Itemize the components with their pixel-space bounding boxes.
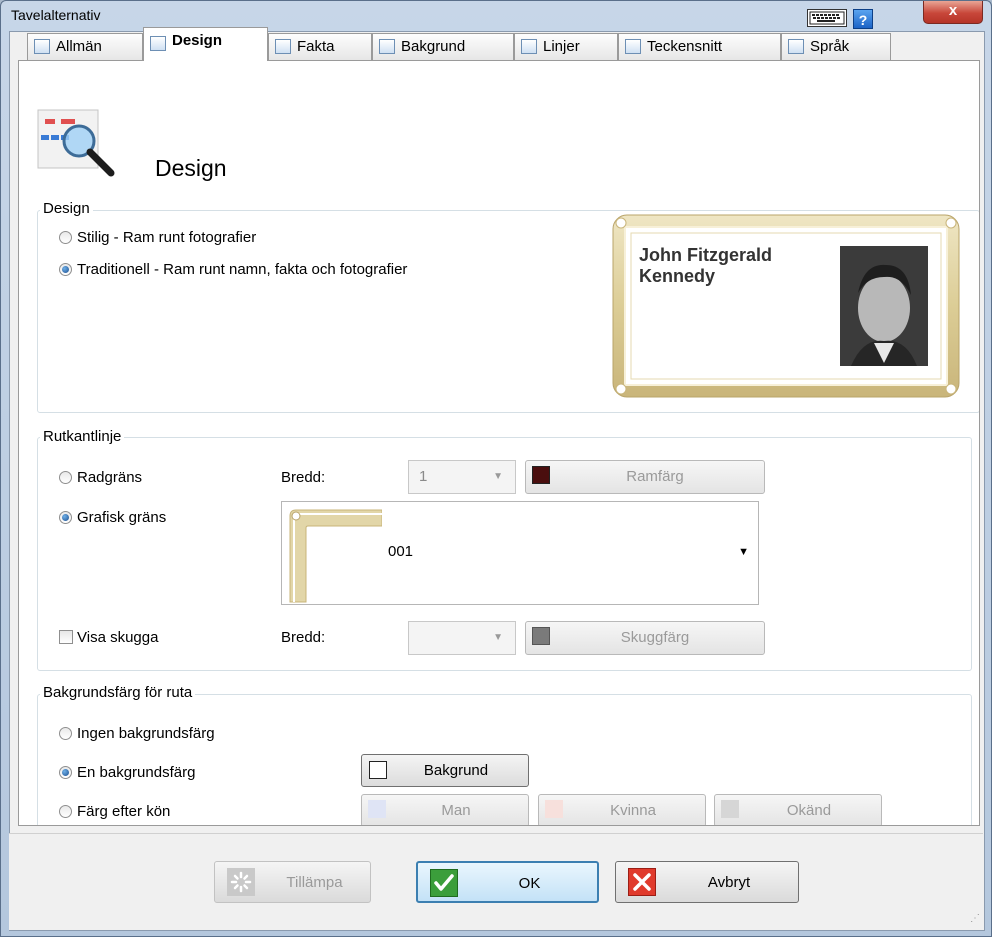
tab-label: Fakta: [297, 38, 335, 55]
tab-label: Allmän: [56, 38, 102, 55]
tab-sprak[interactable]: Språk: [781, 33, 891, 60]
apply-spinner-icon: [227, 868, 255, 896]
tab-fakta[interactable]: Fakta: [268, 33, 372, 60]
frame-color-label: Ramfärg: [626, 468, 684, 485]
checkmark-icon: [430, 869, 458, 897]
tab-strip: Allmän Design Fakta Bakgrund Linjer Teck…: [9, 27, 909, 61]
line-border-label: Radgräns: [77, 469, 143, 486]
tab-linjer[interactable]: Linjer: [514, 33, 618, 60]
shadow-checkbox[interactable]: Visa skugga: [59, 629, 158, 646]
shadow-color-swatch: [532, 627, 550, 645]
line-border-radio[interactable]: Radgräns: [59, 469, 142, 486]
woman-color-swatch: [545, 800, 563, 818]
tab-design[interactable]: Design: [143, 27, 268, 61]
apply-label: Tillämpa: [286, 874, 343, 891]
graphic-border-radio[interactable]: Grafisk gräns: [59, 509, 166, 526]
radio-indicator[interactable]: [59, 471, 72, 484]
no-background-label: Ingen bakgrundsfärg: [77, 725, 215, 742]
chevron-down-icon: ▼: [493, 632, 503, 643]
dialog-window: Tavelalternativ ? x Allmän Design Fakta …: [0, 0, 992, 937]
single-background-label: En bakgrundsfärg: [77, 764, 196, 781]
checkbox-indicator[interactable]: [59, 630, 73, 644]
design-group-title: Design: [40, 200, 93, 217]
man-color-swatch: [368, 800, 386, 818]
width-value: 1: [419, 468, 428, 485]
graphic-border-select[interactable]: 001 ▼: [281, 501, 759, 605]
background-color-button[interactable]: Bakgrund: [361, 754, 529, 787]
tab-bakgrund[interactable]: Bakgrund: [372, 33, 514, 60]
traditional-radio[interactable]: Traditionell - Ram runt namn, fakta och …: [59, 261, 407, 278]
radio-indicator[interactable]: [59, 727, 72, 740]
tab-label: Teckensnitt: [647, 38, 723, 55]
background-button-label: Bakgrund: [423, 762, 489, 779]
design-tab-panel: Design Design Stilig - Ram runt fotograf…: [18, 60, 980, 826]
border-group-title: Rutkantlinje: [40, 428, 125, 445]
help-icon[interactable]: ?: [853, 9, 873, 29]
radio-indicator[interactable]: [59, 511, 72, 524]
keyboard-icon[interactable]: [807, 9, 847, 27]
shadow-width-label: Bredd:: [281, 629, 326, 646]
tab-allman[interactable]: Allmän: [27, 33, 143, 60]
tab-label: Design: [172, 32, 223, 49]
gender-color-label: Färg efter kön: [77, 803, 171, 820]
close-button[interactable]: x: [923, 1, 983, 24]
background-group-title: Bakgrundsfärg för ruta: [40, 684, 196, 701]
gender-color-radio[interactable]: Färg efter kön: [59, 803, 170, 820]
man-color-button[interactable]: Man: [361, 794, 529, 825]
shadow-color-label: Skuggfärg: [620, 629, 690, 646]
frame-color-button[interactable]: Ramfärg: [525, 460, 765, 494]
preview-name: John Fitzgerald Kennedy: [639, 245, 773, 286]
facts-icon: [275, 39, 291, 54]
no-background-radio[interactable]: Ingen bakgrundsfärg: [59, 725, 215, 742]
cancel-button[interactable]: Avbryt: [615, 861, 799, 903]
radio-indicator[interactable]: [59, 766, 72, 779]
ok-label: OK: [518, 875, 541, 892]
page-title: Design: [155, 155, 227, 181]
window-title: Tavelalternativ: [11, 7, 101, 23]
dropdown-arrow-icon: ▼: [738, 546, 749, 558]
graphic-border-label: Grafisk gräns: [77, 509, 167, 526]
traditional-radio-label: Traditionell - Ram runt namn, fakta och …: [77, 261, 408, 278]
language-icon: [788, 39, 804, 54]
tab-teckensnitt[interactable]: Teckensnitt: [618, 33, 781, 60]
tab-label: Bakgrund: [401, 38, 466, 55]
stylish-radio-label: Stilig - Ram runt fotografier: [77, 229, 257, 246]
background-color-swatch: [369, 761, 387, 779]
unknown-color-swatch: [721, 800, 739, 818]
ok-button[interactable]: OK: [416, 861, 599, 903]
lines-icon: [521, 39, 537, 54]
woman-button-label: Kvinna: [610, 802, 656, 819]
woman-color-button[interactable]: Kvinna: [538, 794, 706, 825]
width-select[interactable]: 1 ▼: [408, 460, 516, 494]
radio-indicator[interactable]: [59, 805, 72, 818]
radio-indicator[interactable]: [59, 231, 72, 244]
design-preview: John Fitzgerald Kennedy: [611, 213, 961, 399]
radio-indicator[interactable]: [59, 263, 72, 276]
width-label: Bredd:: [281, 469, 326, 486]
design-magnifier-icon: [37, 109, 131, 187]
resize-grip-icon[interactable]: ⋰: [970, 913, 980, 924]
cancel-label: Avbryt: [707, 874, 751, 891]
tab-label: Språk: [810, 38, 850, 55]
tab-label: Linjer: [543, 38, 580, 55]
general-icon: [34, 39, 50, 54]
shadow-label: Visa skugga: [77, 629, 159, 646]
graphic-border-value: 001: [388, 543, 414, 560]
stylish-radio[interactable]: Stilig - Ram runt fotografier: [59, 229, 256, 246]
cancel-x-icon: [628, 868, 656, 896]
unknown-color-button[interactable]: Okänd: [714, 794, 882, 825]
font-icon: [625, 39, 641, 54]
apply-button[interactable]: Tillämpa: [214, 861, 371, 903]
man-button-label: Man: [441, 802, 471, 819]
frame-color-swatch: [532, 466, 550, 484]
single-background-radio[interactable]: En bakgrundsfärg: [59, 764, 195, 781]
shadow-color-button[interactable]: Skuggfärg: [525, 621, 765, 655]
design-icon: [150, 36, 166, 51]
chevron-down-icon: ▼: [493, 471, 503, 482]
background-icon: [379, 39, 395, 54]
unknown-button-label: Okänd: [786, 802, 832, 819]
shadow-width-select[interactable]: ▼: [408, 621, 516, 655]
